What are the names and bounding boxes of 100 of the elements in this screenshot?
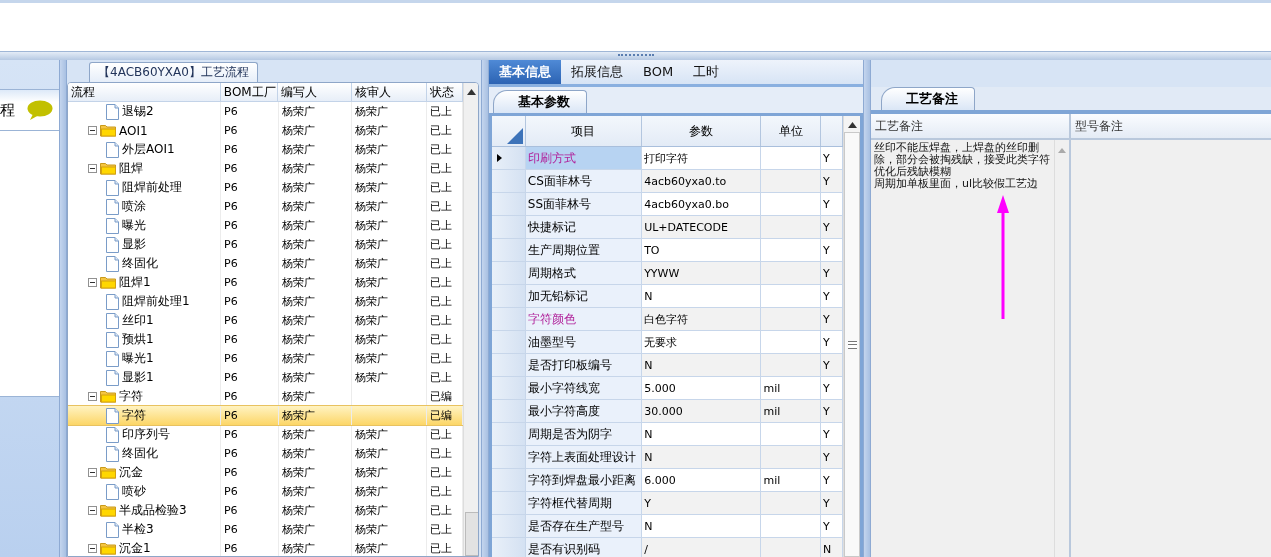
- splitter[interactable]: [0, 51, 1271, 60]
- document-icon: [106, 103, 119, 120]
- speech-bubble-icon[interactable]: [27, 100, 53, 120]
- tab[interactable]: BOM: [633, 60, 684, 84]
- table-cell: 杨荣广: [278, 273, 352, 292]
- table-cell: N: [642, 423, 762, 445]
- tree-row[interactable]: 曝光1 P6 杨荣广 杨荣广 已上: [68, 349, 464, 368]
- column-header[interactable]: BOM工厂: [220, 83, 279, 101]
- scroll-thumb[interactable]: [465, 512, 478, 556]
- table-cell: Y: [821, 515, 843, 537]
- document-icon: [106, 255, 119, 272]
- table-cell: 字符上表面处理设计: [525, 446, 643, 468]
- table-cell: 是否存在生产型号: [525, 515, 643, 537]
- table-cell: 杨荣广: [351, 539, 428, 556]
- tree-row[interactable]: 阻焊 P6 杨荣广 杨荣广 已上: [68, 159, 464, 178]
- tree-row[interactable]: 阻焊前处理 P6 杨荣广 杨荣广 已上: [68, 178, 464, 197]
- table-cell: 杨荣广: [352, 444, 428, 463]
- document-icon: [106, 236, 119, 253]
- tree-row[interactable]: 印序列号 P6 杨荣广 杨荣广 已上: [68, 425, 464, 444]
- table-cell: P6: [221, 330, 279, 349]
- collapse-icon[interactable]: [88, 506, 97, 515]
- splitter-grip-icon[interactable]: [617, 54, 654, 58]
- table-cell: P6: [221, 254, 279, 273]
- tab[interactable]: 拓展信息: [561, 60, 633, 84]
- table-cell: 杨荣广: [351, 463, 428, 482]
- tree-row[interactable]: 显影 P6 杨荣广 杨荣广 已上: [68, 235, 464, 254]
- tab[interactable]: 工时: [683, 60, 730, 84]
- table-cell: Y: [821, 400, 843, 422]
- tree-row[interactable]: 终固化 P6 杨荣广 杨荣广 已上: [68, 444, 464, 463]
- table-cell: 杨荣广: [352, 254, 428, 273]
- tree-row[interactable]: AOI1 P6 杨荣广 杨荣广 已上: [68, 121, 464, 140]
- tree-row[interactable]: 外层AOI1 P6 杨荣广 杨荣广 已上: [68, 140, 464, 159]
- scroll-up-icon[interactable]: [466, 89, 476, 95]
- table-cell: P6: [221, 292, 279, 311]
- collapse-icon[interactable]: [88, 392, 97, 401]
- table-cell: 杨荣广: [352, 102, 428, 121]
- panel-tab[interactable]: 工艺备注: [881, 87, 975, 110]
- collapse-icon[interactable]: [88, 278, 97, 287]
- scrollbar[interactable]: [463, 83, 478, 556]
- splitter[interactable]: [863, 60, 871, 557]
- tree-row[interactable]: 半成品检验3 P6 杨荣广 杨荣广 已上: [68, 501, 464, 520]
- tree-row[interactable]: 曝光 P6 杨荣广 杨荣广 已上: [68, 216, 464, 235]
- column-header[interactable]: 参数: [642, 116, 762, 146]
- collapse-icon[interactable]: [88, 544, 97, 553]
- document-icon: [106, 331, 119, 348]
- step-name: 半成品检验3: [119, 502, 187, 519]
- column-header[interactable]: 核审人: [351, 83, 428, 101]
- tree-row[interactable]: 喷砂 P6 杨荣广 杨荣广 已上: [68, 482, 464, 501]
- tree-row[interactable]: 阻焊1 P6 杨荣广 杨荣广 已上: [68, 273, 464, 292]
- splitter[interactable]: [59, 60, 67, 557]
- table-cell: P6: [221, 444, 279, 463]
- tree-row[interactable]: 预烘1 P6 杨荣广 杨荣广 已上: [68, 330, 464, 349]
- table-cell: Y: [821, 308, 843, 330]
- panel-tab[interactable]: 基本参数: [493, 90, 587, 113]
- scroll-up-icon[interactable]: [847, 122, 857, 128]
- tree-row[interactable]: 半检3 P6 杨荣广 杨荣广 已上: [68, 520, 464, 539]
- tree-row[interactable]: 退锡2 P6 杨荣广 杨荣广 已上: [68, 102, 464, 121]
- table-cell: 杨荣广: [278, 406, 352, 425]
- document-icon: [106, 217, 119, 234]
- tree-row[interactable]: 沉金1 P6 杨荣广 杨荣广 已上: [68, 539, 464, 556]
- table-cell: 杨荣广: [278, 349, 352, 368]
- scroll-grip-icon: [847, 340, 857, 349]
- tree-row[interactable]: 沉金 P6 杨荣广 杨荣广 已上: [68, 463, 464, 482]
- document-icon: [106, 179, 119, 196]
- table-cell: N: [642, 285, 762, 307]
- table-cell: P6: [221, 178, 279, 197]
- tree-row[interactable]: 终固化 P6 杨荣广 杨荣广 已上: [68, 254, 464, 273]
- table-cell: Y: [821, 492, 843, 514]
- tree-row[interactable]: 丝印1 P6 杨荣广 杨荣广 已上: [68, 311, 464, 330]
- step-name: 丝印1: [122, 312, 154, 329]
- document-icon: [106, 293, 119, 310]
- table-cell: 杨荣广: [352, 368, 428, 387]
- table-cell: P6: [220, 463, 279, 482]
- tree-row[interactable]: 显影1 P6 杨荣广 杨荣广 已上: [68, 368, 464, 387]
- document-icon: [106, 483, 119, 500]
- table-cell: 杨荣广: [352, 178, 428, 197]
- document-icon: [106, 350, 119, 367]
- collapse-icon[interactable]: [88, 164, 97, 173]
- table-cell: P6: [221, 197, 279, 216]
- column-header[interactable]: 单位: [761, 116, 822, 146]
- column-header[interactable]: 编写人: [278, 83, 352, 101]
- column-header[interactable]: 项目: [525, 116, 643, 146]
- collapse-icon[interactable]: [88, 468, 97, 477]
- table-cell: 杨荣广: [352, 235, 428, 254]
- table-cell: 杨荣广: [278, 311, 352, 330]
- table-cell: P6: [221, 349, 279, 368]
- step-name: 终固化: [122, 445, 158, 462]
- panel-tab[interactable]: 【4ACB60YXA0】工艺流程: [89, 62, 258, 82]
- table-cell: Y: [821, 147, 843, 169]
- column-header[interactable]: 流程: [68, 83, 221, 101]
- tree-row[interactable]: 阻焊前处理1 P6 杨荣广 杨荣广 已上: [68, 292, 464, 311]
- tab[interactable]: 基本信息: [489, 60, 561, 84]
- row-header[interactable]: [492, 147, 526, 169]
- scrollbar[interactable]: [843, 116, 860, 557]
- table-cell: Y: [821, 170, 843, 192]
- collapse-icon[interactable]: [88, 126, 97, 135]
- tree-row[interactable]: 字符 P6 杨荣广 已编: [68, 406, 464, 425]
- table-cell: 杨荣广: [278, 178, 352, 197]
- table-cell: 杨荣广: [351, 121, 428, 140]
- tree-row[interactable]: 喷涂 P6 杨荣广 杨荣广 已上: [68, 197, 464, 216]
